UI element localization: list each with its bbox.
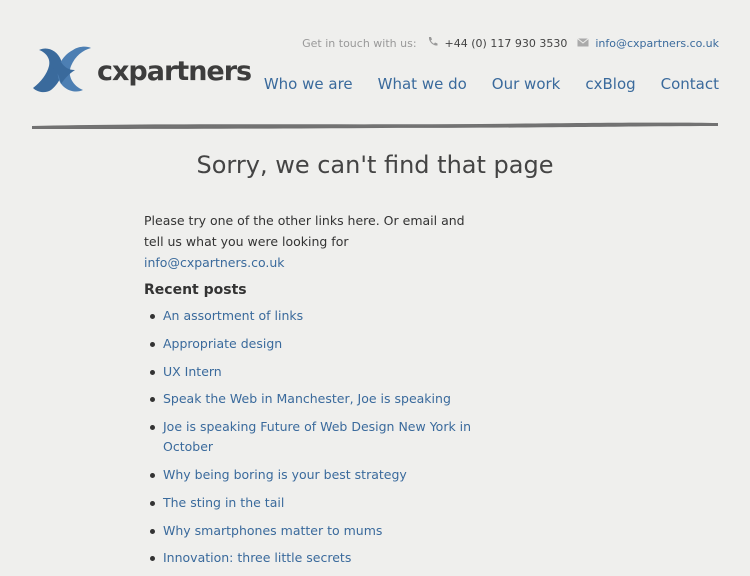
main-nav: Who we are What we do Our work cxBlog Co… <box>239 75 719 93</box>
brush-divider <box>32 122 718 129</box>
intro-email-link[interactable]: info@cxpartners.co.uk <box>144 255 285 270</box>
contact-phone[interactable]: +44 (0) 117 930 3530 <box>445 37 568 50</box>
nav-our-work[interactable]: Our work <box>492 75 561 93</box>
nav-who-we-are[interactable]: Who we are <box>264 75 353 93</box>
list-item: Why being boring is your best strategy <box>144 465 474 485</box>
post-link[interactable]: Why being boring is your best strategy <box>163 467 407 482</box>
list-item: Appropriate design <box>144 334 474 354</box>
post-link[interactable]: Why smartphones matter to mums <box>163 523 382 538</box>
list-item: Speak the Web in Manchester, Joe is spea… <box>144 389 474 409</box>
phone-icon <box>427 36 439 50</box>
list-item: UX Intern <box>144 362 474 382</box>
intro-text: Please try one of the other links here. … <box>144 213 465 249</box>
nav-cxblog[interactable]: cxBlog <box>585 75 635 93</box>
post-link[interactable]: The sting in the tail <box>163 495 284 510</box>
recent-posts-heading: Recent posts <box>144 282 247 298</box>
site-logo[interactable]: cxpartners <box>31 44 252 94</box>
post-link[interactable]: Joe is speaking Future of Web Design New… <box>163 419 471 454</box>
list-item: Innovation: three little secrets <box>144 548 474 568</box>
contact-label: Get in touch with us: <box>302 36 417 50</box>
list-item: An assortment of links <box>144 306 474 326</box>
post-link[interactable]: An assortment of links <box>163 308 303 323</box>
nav-contact[interactable]: Contact <box>661 75 719 93</box>
logo-mark-icon <box>33 46 91 93</box>
contact-bar: Get in touch with us: +44 (0) 117 930 35… <box>302 36 719 50</box>
post-link[interactable]: Innovation: three little secrets <box>163 550 351 565</box>
intro-paragraph: Please try one of the other links here. … <box>144 210 474 273</box>
logo-text: cxpartners <box>97 55 252 87</box>
list-item: Why smartphones matter to mums <box>144 521 474 541</box>
main-content: Please try one of the other links here. … <box>144 210 474 576</box>
post-link[interactable]: UX Intern <box>163 364 222 379</box>
envelope-icon <box>577 37 590 50</box>
list-item: Joe is speaking Future of Web Design New… <box>144 417 474 457</box>
recent-posts-list: An assortment of links Appropriate desig… <box>144 306 474 568</box>
contact-email-link[interactable]: info@cxpartners.co.uk <box>595 37 719 50</box>
page-title: Sorry, we can't find that page <box>196 151 554 179</box>
nav-what-we-do[interactable]: What we do <box>378 75 467 93</box>
list-item: The sting in the tail <box>144 493 474 513</box>
post-link[interactable]: Speak the Web in Manchester, Joe is spea… <box>163 391 451 406</box>
post-link[interactable]: Appropriate design <box>163 336 282 351</box>
